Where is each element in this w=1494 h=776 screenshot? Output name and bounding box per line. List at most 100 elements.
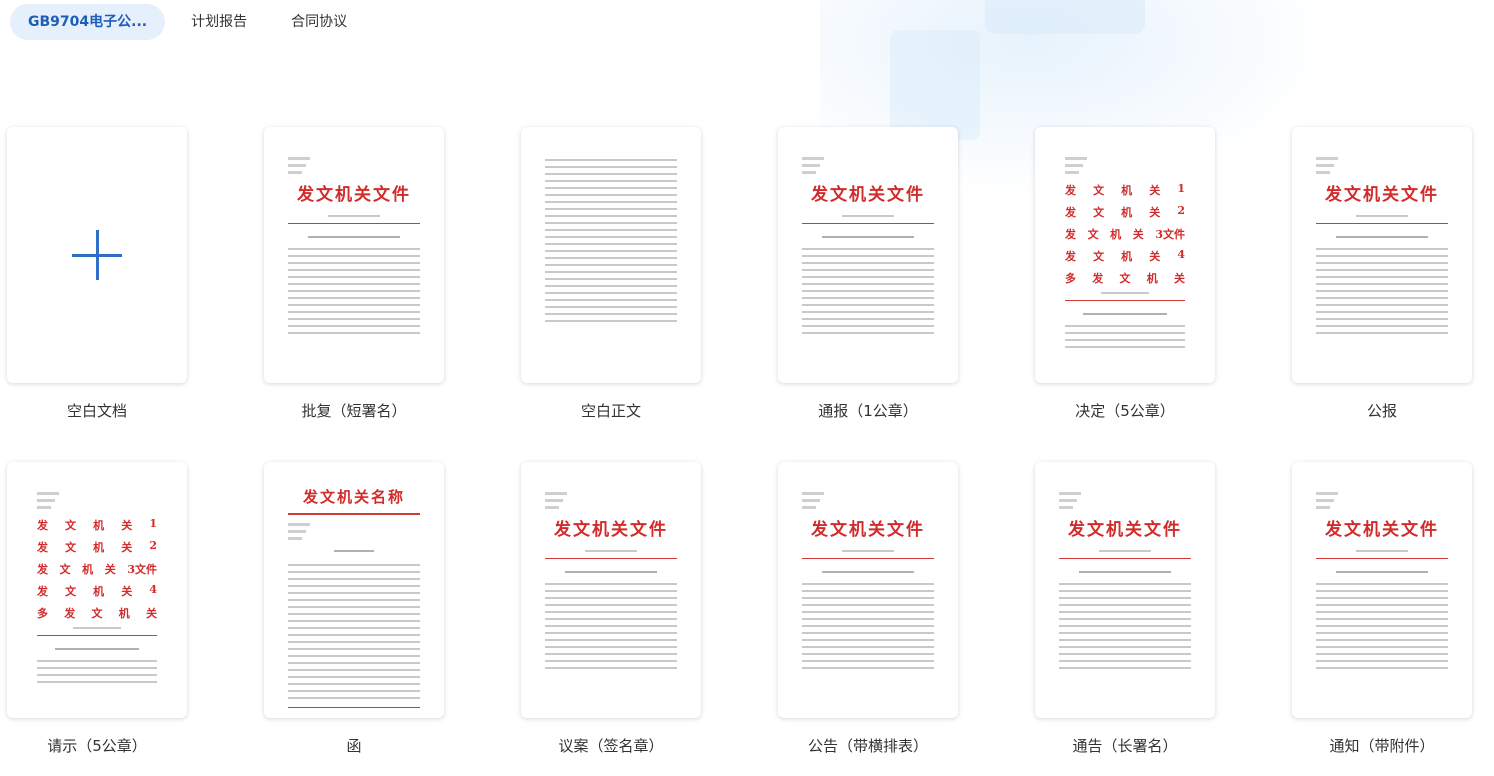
thumb-text-line (288, 690, 420, 692)
template-label[interactable]: 请示（5公章） (7, 735, 187, 756)
template-label[interactable]: 公报 (1292, 400, 1472, 421)
thumb-text-line (545, 257, 677, 259)
thumb-text-line (288, 283, 420, 285)
thumb-text-line (1059, 639, 1191, 641)
thumb-text-line (802, 597, 934, 599)
thumb-text-line (545, 313, 677, 315)
tab-gb9704[interactable]: GB9704电子公... (10, 4, 166, 40)
thumb-text-line (1316, 583, 1448, 585)
thumb-org-row: 发文机关1 (1065, 182, 1185, 197)
thumb-text-line (1316, 667, 1448, 669)
thumb-text-line (1316, 269, 1448, 271)
thumb-text-line (802, 248, 934, 250)
template-label[interactable]: 决定（5公章） (1035, 400, 1215, 421)
template-label[interactable]: 空白文档 (7, 400, 187, 421)
thumb-text-line (288, 571, 420, 573)
thumb-text-line (37, 667, 157, 669)
thumb-org-row: 发文机关4 (1065, 248, 1185, 263)
thumb-text-line (545, 215, 677, 217)
thumb-text-line (802, 332, 934, 334)
thumb-org-row: 发文机关1 (37, 517, 157, 532)
thumb-text-line (802, 583, 934, 585)
thumb-text-line (288, 634, 420, 636)
thumb-text-line (802, 667, 934, 669)
thumb-text-line (802, 639, 934, 641)
thumb-text-line (545, 590, 677, 592)
template-label[interactable]: 议案（签名章） (521, 735, 701, 756)
thumb-text-line (288, 620, 420, 622)
thumb-text-line (802, 297, 934, 299)
thumb-page: 发文机关文件 (802, 492, 934, 674)
thumb-page: 发文机关文件 (288, 157, 420, 339)
template-card[interactable] (7, 127, 187, 383)
tab-contract[interactable]: 合同协议 (273, 4, 365, 40)
template-label[interactable]: 通报（1公章） (778, 400, 958, 421)
template-label[interactable]: 公告（带横排表） (778, 735, 958, 756)
thumb-text-line (1065, 332, 1185, 334)
thumb-text-line (1316, 311, 1448, 313)
template-label[interactable]: 函 (264, 735, 444, 756)
thumb-text-line (288, 697, 420, 699)
thumb-text-line (1316, 646, 1448, 648)
thumb-doc-title: 发文机关文件 (554, 520, 668, 540)
thumb-text-line (1316, 283, 1448, 285)
thumb-text-line (1059, 646, 1191, 648)
thumb-text-line (1059, 590, 1191, 592)
thumb-text-line (288, 676, 420, 678)
thumb-text-line (1059, 618, 1191, 620)
thumb-text-line (288, 669, 420, 671)
template-card[interactable]: 发文机关文件 (1292, 462, 1472, 718)
thumb-org-row: 多发文机关 (37, 607, 157, 620)
template-card[interactable]: 发文机关文件 (264, 127, 444, 383)
template-card[interactable]: 发文机关文件 (778, 127, 958, 383)
thumb-text-line (802, 276, 934, 278)
template-label[interactable]: 批复（短署名） (264, 400, 444, 421)
thumb-text-line (288, 304, 420, 306)
thumb-doc-title: 发文机关文件 (1325, 185, 1439, 205)
thumb-text-line (288, 613, 420, 615)
thumb-letter-title: 发文机关名称 (302, 488, 405, 506)
template-card[interactable]: 发文机关名称 (264, 462, 444, 718)
thumb-text-line (1316, 248, 1448, 250)
template-card[interactable]: 发文机关 1 发文机关 2 发文机关 3文件发文机关 4 多发文机关 (7, 462, 187, 718)
template-card[interactable]: 发文机关文件 (1292, 127, 1472, 383)
thumb-doc-title: 发文机关文件 (811, 185, 925, 205)
thumb-doc-title: 发文机关文件 (811, 520, 925, 540)
thumb-text-line (1316, 618, 1448, 620)
thumb-text-line (802, 283, 934, 285)
thumb-text-line (545, 180, 677, 182)
template-label[interactable]: 空白正文 (521, 400, 701, 421)
template-category-tabs: GB9704电子公... 计划报告 合同协议 (10, 4, 365, 40)
template-card[interactable]: 发文机关文件 (1035, 462, 1215, 718)
thumb-org-row: 发文机关 3文件 (37, 563, 157, 576)
thumb-text-line (802, 660, 934, 662)
thumb-text-line (288, 290, 420, 292)
thumb-text-line (545, 159, 677, 161)
thumb-text-line (545, 320, 677, 322)
thumb-text-line (1059, 632, 1191, 634)
thumb-text-line (545, 208, 677, 210)
thumb-text-line (802, 262, 934, 264)
tab-plan-report[interactable]: 计划报告 (173, 4, 265, 40)
template-card[interactable]: 发文机关文件 (778, 462, 958, 718)
thumb-text-line (288, 578, 420, 580)
thumb-page: 发文机关文件 (1316, 157, 1448, 339)
template-label[interactable]: 通告（长署名） (1035, 735, 1215, 756)
template-label[interactable]: 通知（带附件） (1292, 735, 1472, 756)
thumb-text-line (1059, 625, 1191, 627)
thumb-text-line (545, 597, 677, 599)
template-card[interactable]: 发文机关文件 (521, 462, 701, 718)
thumb-text-line (288, 325, 420, 327)
thumb-text-line (802, 618, 934, 620)
thumb-text-line (1065, 346, 1185, 348)
thumb-text-line (1316, 653, 1448, 655)
thumb-text-line (1059, 653, 1191, 655)
thumb-doc-title: 发文机关文件 (297, 185, 411, 205)
thumb-text-line (1059, 660, 1191, 662)
thumb-text-line (1316, 625, 1448, 627)
thumb-text-line (545, 618, 677, 620)
thumb-text-line (545, 278, 677, 280)
template-card[interactable]: 发文机关 1 发文机关 2 发文机关 3文件发文机关 4 多发文机关 (1035, 127, 1215, 383)
template-card[interactable] (521, 127, 701, 383)
thumb-page: 发文机关文件 (1316, 492, 1448, 674)
